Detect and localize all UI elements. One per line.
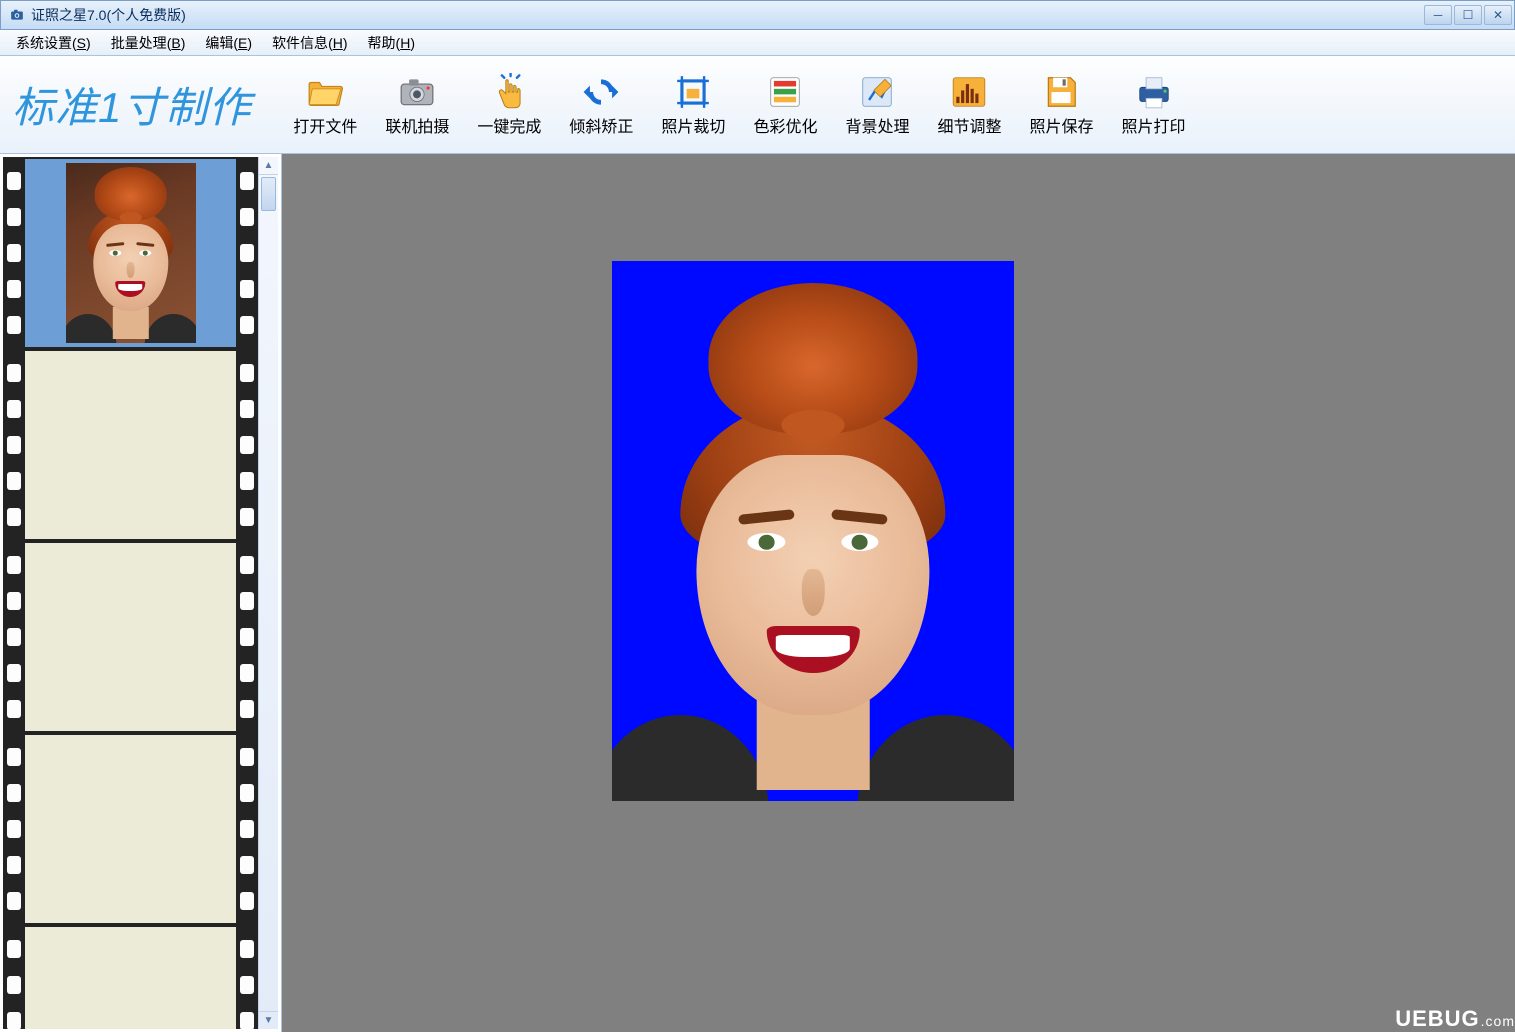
filmstrip-frame-3[interactable] — [25, 541, 236, 733]
app-icon — [7, 7, 27, 23]
filmstrip — [3, 157, 258, 1029]
filmstrip-row — [3, 349, 258, 541]
folder-open-icon — [305, 73, 345, 111]
photo-preview[interactable] — [612, 261, 1014, 801]
thumbnail-image — [66, 163, 196, 343]
perforation-left — [3, 157, 25, 349]
color-optimize-button[interactable]: 色彩优化 — [739, 62, 831, 148]
background-process-button[interactable]: 背景处理 — [831, 62, 923, 148]
portrait-image — [612, 261, 1014, 801]
menu-edit[interactable]: 编辑(E) — [195, 30, 262, 56]
toolbar: 标准1寸制作 打开文件 联机拍摄 一键完成 倾斜矫正 照片裁切 色彩优 — [0, 56, 1515, 154]
menu-software-info[interactable]: 软件信息(H) — [262, 30, 357, 56]
minimize-button[interactable]: ─ — [1424, 5, 1452, 25]
detail-adjust-button[interactable]: 细节调整 — [923, 62, 1015, 148]
main-area: ▲ ▼ UEBUG.com — [0, 154, 1515, 1032]
color-bars-icon — [765, 73, 805, 111]
menubar: 系统设置(S) 批量处理(B) 编辑(E) 软件信息(H) 帮助(H) — [0, 30, 1515, 56]
paintbrush-icon — [857, 73, 897, 111]
camera-capture-button[interactable]: 联机拍摄 — [371, 62, 463, 148]
filmstrip-row — [3, 157, 258, 349]
filmstrip-frame-5[interactable] — [25, 925, 236, 1029]
window-controls: ─ ☐ ✕ — [1424, 5, 1514, 25]
window-title: 证照之星7.0(个人免费版) — [31, 5, 186, 25]
printer-icon — [1134, 73, 1174, 111]
window-titlebar: 证照之星7.0(个人免费版) ─ ☐ ✕ — [0, 0, 1515, 30]
scroll-up-button[interactable]: ▲ — [259, 157, 278, 175]
filmstrip-frame-1[interactable] — [25, 157, 236, 349]
open-file-button[interactable]: 打开文件 — [279, 62, 371, 148]
menu-help[interactable]: 帮助(H) — [358, 30, 425, 56]
canvas-area: UEBUG.com — [282, 154, 1515, 1032]
filmstrip-frame-4[interactable] — [25, 733, 236, 925]
menu-batch-process[interactable]: 批量处理(B) — [101, 30, 196, 56]
tilt-correct-button[interactable]: 倾斜矫正 — [555, 62, 647, 148]
hand-click-icon — [489, 73, 529, 111]
crop-icon — [673, 73, 713, 111]
photo-print-button[interactable]: 照片打印 — [1108, 62, 1200, 148]
filmstrip-sidebar: ▲ ▼ — [0, 154, 282, 1032]
scroll-thumb[interactable] — [261, 177, 276, 211]
watermark: UEBUG.com — [1389, 1004, 1515, 1032]
perforation-right — [236, 157, 258, 349]
brand-label: 标准1寸制作 — [12, 74, 251, 135]
filmstrip-frame-2[interactable] — [25, 349, 236, 541]
filmstrip-row — [3, 925, 258, 1029]
filmstrip-row — [3, 733, 258, 925]
filmstrip-scrollbar[interactable]: ▲ ▼ — [258, 157, 278, 1029]
close-button[interactable]: ✕ — [1484, 5, 1512, 25]
photo-save-button[interactable]: 照片保存 — [1015, 62, 1107, 148]
rotate-arrows-icon — [581, 73, 621, 111]
maximize-button[interactable]: ☐ — [1454, 5, 1482, 25]
menu-system-settings[interactable]: 系统设置(S) — [6, 30, 101, 56]
histogram-icon — [949, 73, 989, 111]
filmstrip-row — [3, 541, 258, 733]
scroll-down-button[interactable]: ▼ — [259, 1011, 278, 1029]
one-click-finish-button[interactable]: 一键完成 — [463, 62, 555, 148]
photo-crop-button[interactable]: 照片裁切 — [647, 62, 739, 148]
camera-icon — [397, 73, 437, 111]
floppy-disk-icon — [1041, 73, 1081, 111]
